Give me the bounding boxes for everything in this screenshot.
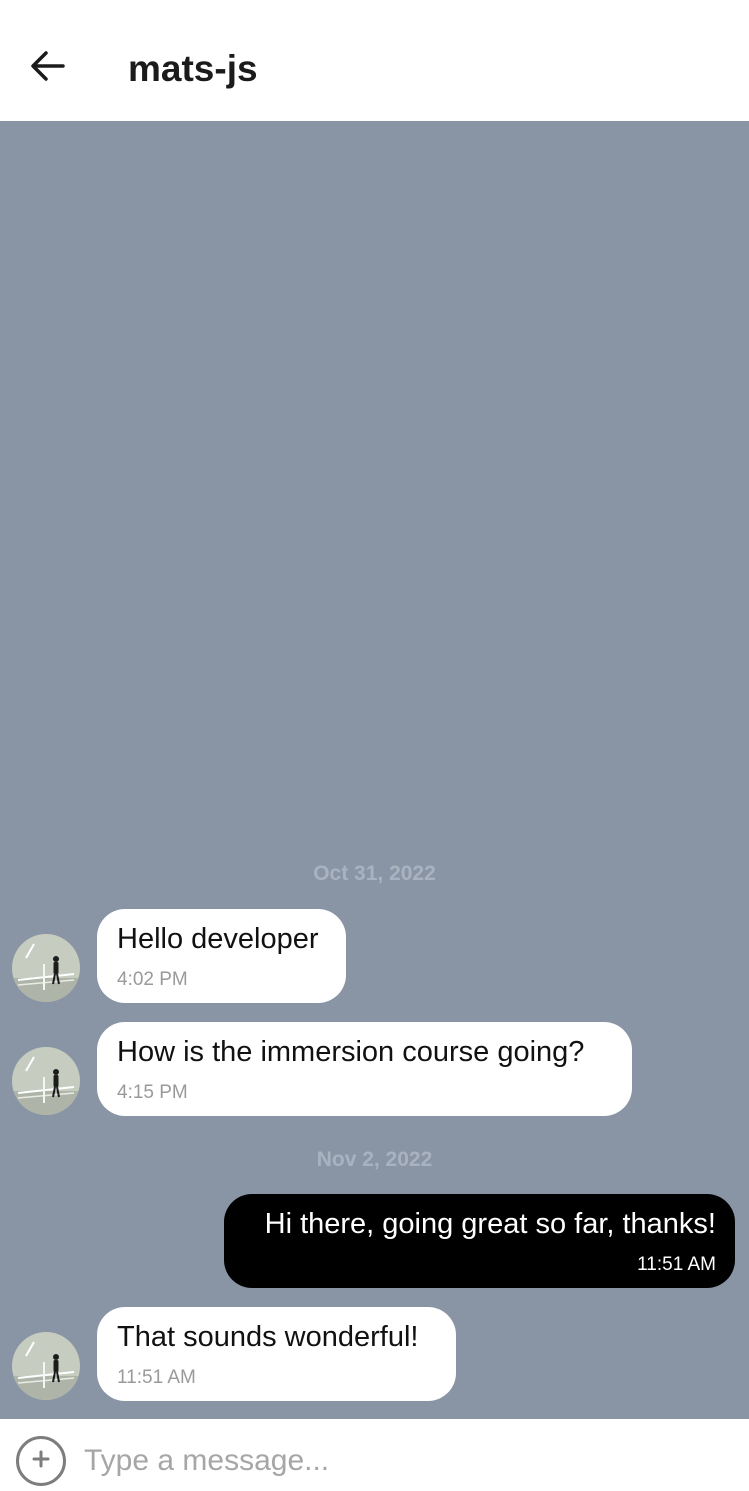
chat-title: mats-js bbox=[128, 48, 258, 89]
message-text: That sounds wonderful! bbox=[117, 1321, 419, 1353]
message-time: 11:51 AM bbox=[117, 1367, 196, 1388]
plus-icon bbox=[31, 1449, 51, 1474]
back-button[interactable] bbox=[22, 44, 72, 92]
avatar[interactable] bbox=[12, 1332, 80, 1400]
incoming-message-bubble[interactable]: That sounds wonderful! 11:51 AM bbox=[97, 1307, 456, 1401]
date-separator: Nov 2, 2022 bbox=[316, 1148, 433, 1171]
message-input[interactable] bbox=[84, 1439, 724, 1483]
top-app-bar: mats-js bbox=[0, 0, 749, 121]
avatar[interactable] bbox=[12, 934, 80, 1002]
message-text: How is the immersion course going? bbox=[117, 1036, 585, 1068]
message-list[interactable]: Oct 31, 2022 Hello developer 4:02 PM How… bbox=[0, 121, 749, 1419]
add-attachment-button[interactable] bbox=[16, 1436, 66, 1486]
outgoing-message-bubble[interactable]: Hi there, going great so far, thanks! 11… bbox=[224, 1194, 735, 1288]
message-time: 4:15 PM bbox=[117, 1082, 188, 1103]
message-text: Hello developer bbox=[117, 923, 319, 955]
incoming-message-bubble[interactable]: How is the immersion course going? 4:15 … bbox=[97, 1022, 632, 1116]
message-time: 11:51 AM bbox=[637, 1254, 716, 1275]
date-separator: Oct 31, 2022 bbox=[313, 862, 436, 885]
arrow-left-icon bbox=[29, 50, 65, 87]
message-time: 4:02 PM bbox=[117, 969, 188, 990]
incoming-message-bubble[interactable]: Hello developer 4:02 PM bbox=[97, 909, 346, 1003]
message-text: Hi there, going great so far, thanks! bbox=[264, 1208, 716, 1240]
avatar[interactable] bbox=[12, 1047, 80, 1115]
message-composer bbox=[0, 1419, 749, 1491]
